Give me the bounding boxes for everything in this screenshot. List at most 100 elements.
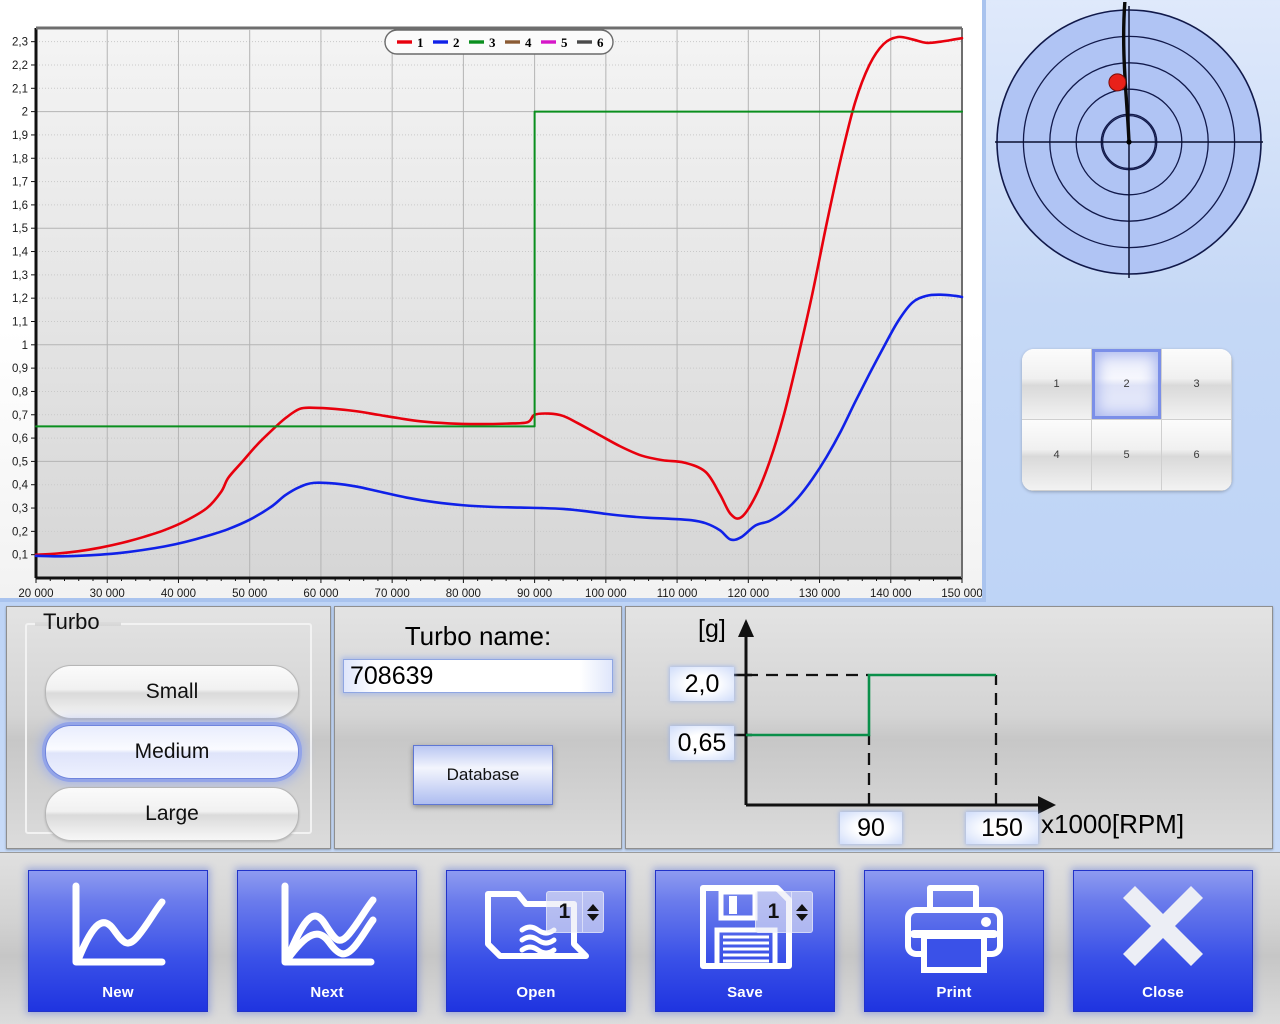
svg-text:1,6: 1,6 xyxy=(12,200,28,212)
y-low-value-box[interactable]: 0,65 xyxy=(670,726,734,760)
x-axis-unit-label: x1000[RPM] xyxy=(1041,809,1185,839)
svg-text:20 000: 20 000 xyxy=(18,588,53,598)
print-button[interactable]: Print xyxy=(864,870,1044,1012)
plane-cell-label: 3 xyxy=(1193,378,1200,390)
turbo-groupbox: Turbo Small Medium Large xyxy=(25,609,312,841)
next-button[interactable]: Next xyxy=(237,870,417,1012)
turbo-option-medium[interactable]: Medium xyxy=(45,725,299,779)
spinner-up-icon[interactable] xyxy=(587,903,599,911)
button-label: Close xyxy=(1142,984,1184,1001)
x-max-value-box[interactable]: 150 xyxy=(966,812,1038,844)
button-label: Save xyxy=(727,984,763,1001)
svg-text:50 000: 50 000 xyxy=(232,588,267,598)
printer-icon xyxy=(902,880,1006,979)
turbo-option-large[interactable]: Large xyxy=(45,787,299,841)
plane-cell-2[interactable]: 2 xyxy=(1092,349,1162,420)
turbo-name-label: Turbo name: xyxy=(404,621,552,651)
svg-text:2: 2 xyxy=(22,107,28,119)
button-label: Print xyxy=(936,984,972,1001)
svg-text:120 000: 120 000 xyxy=(728,588,770,598)
svg-text:0,5: 0,5 xyxy=(12,456,28,468)
measurement-chart-panel[interactable]: 0,1 0,2 0,3 0,4 0,5 0,6 0,7 0,8 0,9 1 1,1 1,2 1,3 1,4… xyxy=(0,0,986,602)
close-x-icon xyxy=(1113,880,1213,979)
plane-cell-label: 1 xyxy=(1053,378,1060,390)
svg-text:1,8: 1,8 xyxy=(12,153,28,165)
svg-text:2,2: 2,2 xyxy=(12,60,28,72)
spinner-arrows[interactable] xyxy=(791,892,812,932)
plane-cell-5[interactable]: 5 xyxy=(1092,420,1162,491)
open-button[interactable]: 1 Open xyxy=(446,870,626,1012)
svg-text:0,9: 0,9 xyxy=(12,363,28,375)
polar-plot xyxy=(993,0,1265,278)
close-button[interactable]: Close xyxy=(1073,870,1253,1012)
spinner-arrows[interactable] xyxy=(582,892,603,932)
button-label: New xyxy=(102,984,134,1001)
x-mid-value-box[interactable]: 90 xyxy=(840,812,902,844)
svg-text:1,4: 1,4 xyxy=(12,247,29,259)
svg-text:70 000: 70 000 xyxy=(375,588,410,598)
button-label: Next xyxy=(310,984,344,1001)
svg-text:1,1: 1,1 xyxy=(12,316,28,328)
svg-text:6: 6 xyxy=(597,35,604,50)
svg-text:1,2: 1,2 xyxy=(12,293,28,305)
spinner-down-icon[interactable] xyxy=(796,913,808,921)
single-curve-icon xyxy=(62,880,174,981)
svg-text:0,3: 0,3 xyxy=(12,503,28,515)
turbo-name-panel: Turbo name: 708639 Database xyxy=(334,606,622,849)
turbo-name-input[interactable]: 708639 xyxy=(343,659,613,693)
database-button[interactable]: Database xyxy=(413,745,553,805)
action-toolbar: New Next 1 Open 1 Save Print Close xyxy=(0,852,1280,1024)
button-label: Open xyxy=(516,984,556,1001)
turbo-group-title: Turbo xyxy=(43,609,100,634)
spinner-value: 1 xyxy=(558,900,571,923)
y-high-value-box[interactable]: 2,0 xyxy=(670,667,734,701)
copies-spinner[interactable]: 1 xyxy=(755,891,813,933)
svg-text:0,8: 0,8 xyxy=(12,386,28,398)
svg-text:30 000: 30 000 xyxy=(90,588,125,598)
svg-text:0,6: 0,6 xyxy=(12,433,28,445)
svg-text:2,1: 2,1 xyxy=(12,83,28,95)
svg-text:2: 2 xyxy=(453,35,460,50)
save-button[interactable]: 1 Save xyxy=(655,870,835,1012)
limit-profile-panel[interactable]: 2,0 0,65 90 150 [g] x1000[RPM] xyxy=(625,606,1273,849)
svg-text:0,4: 0,4 xyxy=(12,480,29,492)
svg-text:40 000: 40 000 xyxy=(161,588,196,598)
svg-text:1,9: 1,9 xyxy=(12,130,28,142)
spinner-down-icon[interactable] xyxy=(587,913,599,921)
plane-cell-label: 5 xyxy=(1123,449,1130,461)
svg-text:140 000: 140 000 xyxy=(870,588,912,598)
plane-cell-label: 6 xyxy=(1193,449,1200,461)
new-button[interactable]: New xyxy=(28,870,208,1012)
plane-cell-label: 2 xyxy=(1123,378,1130,390)
plane-cell-4[interactable]: 4 xyxy=(1022,420,1092,491)
svg-text:4: 4 xyxy=(525,35,532,50)
spinner-up-icon[interactable] xyxy=(796,903,808,911)
svg-text:5: 5 xyxy=(561,35,568,50)
svg-text:2,3: 2,3 xyxy=(12,37,28,49)
svg-text:0,7: 0,7 xyxy=(12,410,28,422)
plane-cell-3[interactable]: 3 xyxy=(1162,349,1232,420)
svg-text:130 000: 130 000 xyxy=(799,588,841,598)
y-axis-unit-label: [g] xyxy=(698,615,726,643)
svg-text:100 000: 100 000 xyxy=(585,588,627,598)
svg-text:0,2: 0,2 xyxy=(12,526,28,538)
spinner-value: 1 xyxy=(767,900,780,923)
svg-text:150 000: 150 000 xyxy=(941,588,982,598)
svg-text:1: 1 xyxy=(22,340,28,352)
polar-balance-display[interactable] xyxy=(993,0,1265,282)
svg-text:1,3: 1,3 xyxy=(12,270,28,282)
svg-text:1,7: 1,7 xyxy=(12,177,28,189)
measurement-chart[interactable]: 0,1 0,2 0,3 0,4 0,5 0,6 0,7 0,8 0,9 1 1,1 1,2 1,3 1,4… xyxy=(0,0,982,598)
plane-cell-6[interactable]: 6 xyxy=(1162,420,1232,491)
svg-text:110 000: 110 000 xyxy=(657,588,698,598)
svg-text:3: 3 xyxy=(489,35,496,50)
copies-spinner[interactable]: 1 xyxy=(546,891,604,933)
svg-text:1,5: 1,5 xyxy=(12,223,28,235)
turbo-size-panel: Turbo Small Medium Large xyxy=(6,606,331,849)
svg-text:60 000: 60 000 xyxy=(303,588,338,598)
turbo-option-small[interactable]: Small xyxy=(45,665,299,719)
plane-selector-grid[interactable]: 1 2 3 4 5 6 xyxy=(1022,349,1232,491)
settings-row: Turbo Small Medium Large Turbo name: 708… xyxy=(0,602,1280,852)
plane-cell-1[interactable]: 1 xyxy=(1022,349,1092,420)
svg-text:80 000: 80 000 xyxy=(446,588,481,598)
